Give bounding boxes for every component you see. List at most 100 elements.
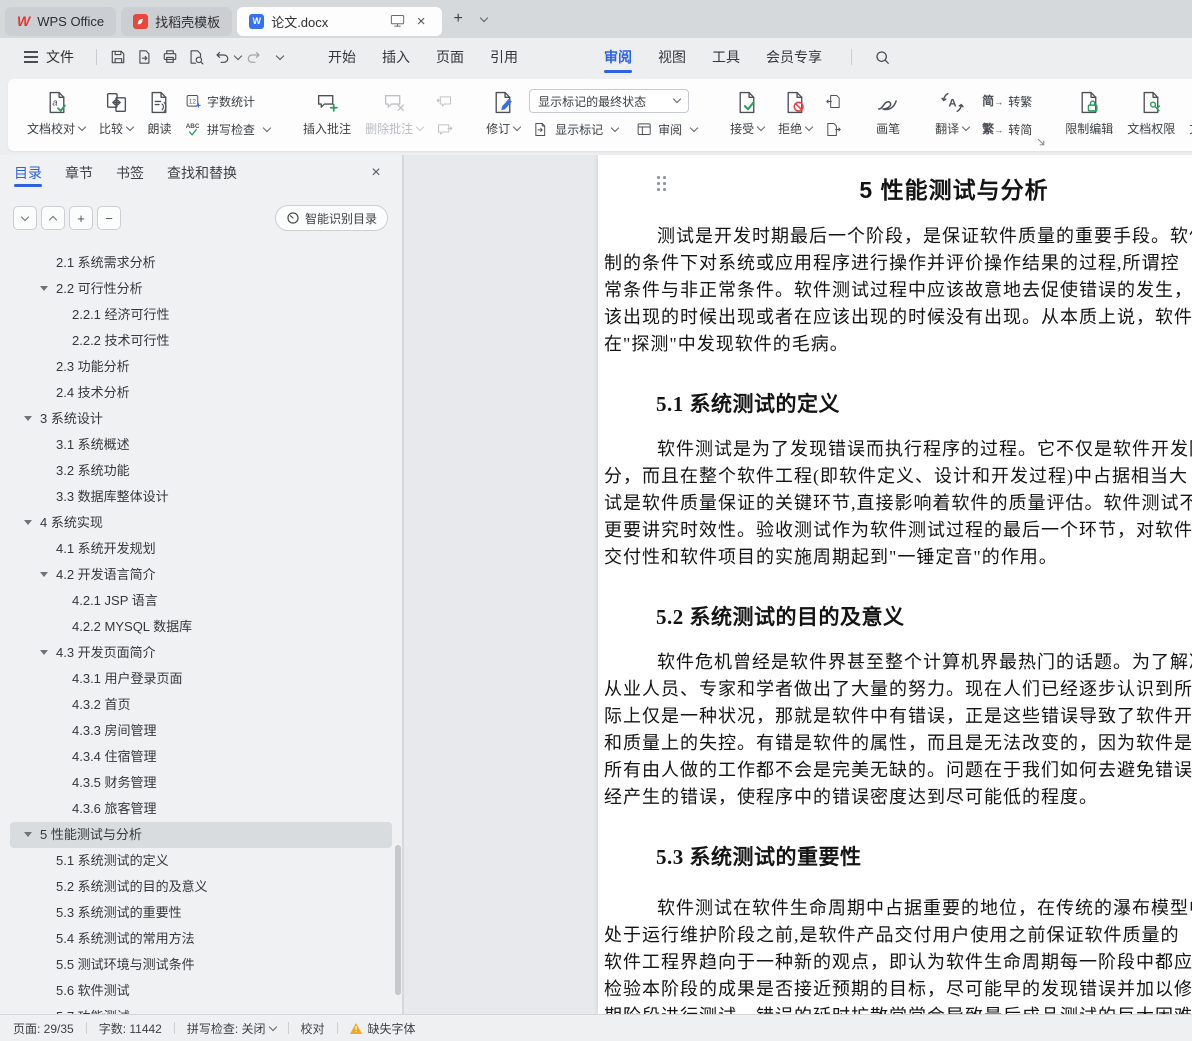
paragraph-line[interactable]: 期阶段进行测试，错误的延时扩散常常会导致最后成品测试的巨大困难	[604, 1003, 1192, 1014]
toc-item[interactable]: 4 系统实现	[10, 510, 392, 536]
hamburger-menu-icon[interactable]	[24, 56, 38, 58]
collapse-arrow-icon[interactable]	[40, 286, 48, 291]
toc-item[interactable]: 5.3 系统测试的重要性	[10, 900, 392, 926]
toc-item[interactable]: 5.5 测试环境与测试条件	[10, 952, 392, 978]
toc-item[interactable]: 3.2 系统功能	[10, 458, 392, 484]
paragraph-line[interactable]: 从业人员、专家和学者做出了大量的努力。现在人们已经逐步认识到所	[604, 676, 1192, 703]
markup-state-select[interactable]: 显示标记的最终状态	[529, 89, 690, 113]
paragraph-line[interactable]: 际上仅是一种状况，那就是软件中有错误，正是这些错误导致了软件开	[604, 703, 1192, 730]
collapse-all-button[interactable]	[41, 206, 65, 230]
previous-comment-button[interactable]	[432, 89, 457, 113]
undo-dropdown-icon[interactable]	[233, 51, 243, 60]
word-count-button[interactable]: 12 字数统计	[181, 89, 274, 113]
close-document-icon[interactable]: ×	[412, 12, 430, 30]
compare-button[interactable]: 比较	[92, 85, 140, 139]
tab-reference[interactable]: 引用	[477, 38, 531, 76]
missing-font-warning[interactable]: ! 缺失字体	[338, 1020, 428, 1037]
toc-item[interactable]: 2.4 技术分析	[10, 380, 392, 406]
toc-item[interactable]: 4.2.1 JSP 语言	[10, 588, 392, 614]
page-indicator[interactable]: 页面: 29/35	[0, 1020, 86, 1037]
accept-change-button[interactable]: 接受	[723, 85, 771, 139]
tab-start[interactable]: 开始	[315, 38, 369, 76]
new-tab-button[interactable]: +	[446, 7, 470, 31]
simplified-to-traditional-button[interactable]: 简→ 转繁	[978, 89, 1036, 113]
collapse-arrow-icon[interactable]	[40, 650, 48, 655]
paragraph-line[interactable]: 和质量上的失控。有错是软件的属性，而且是无法改变的，因为软件是	[604, 730, 1192, 757]
tab-wps-home[interactable]: W WPS Office	[5, 6, 117, 36]
paragraph-line[interactable]: 软件测试是为了发现错误而执行程序的过程。它不仅是软件开发阶	[657, 436, 1192, 463]
toc-item[interactable]: 3 系统设计	[10, 406, 392, 432]
doc-permission-button[interactable]: 文档权限	[1120, 85, 1182, 139]
share-to-screen-icon[interactable]	[390, 14, 405, 28]
tab-tools[interactable]: 工具	[699, 38, 753, 76]
toc-item[interactable]: 4.3.3 房间管理	[10, 718, 392, 744]
paragraph-line[interactable]: 在"探测"中发现软件的毛病。	[604, 331, 1192, 358]
paragraph-line[interactable]: 该出现的时候出现或者在应该出现的时候没有出现。从本质上说，软件	[604, 304, 1192, 331]
toc-item[interactable]: 3.1 系统概述	[10, 432, 392, 458]
toc-item[interactable]: 2.2.1 经济可行性	[10, 302, 392, 328]
paragraph-line[interactable]: 分，而且在整个软件工程(即软件定义、设计和开发过程)中占据相当大	[604, 463, 1192, 490]
redo-button[interactable]	[242, 45, 266, 69]
toc-item[interactable]: 2.1 系统需求分析	[10, 250, 392, 276]
track-changes-button[interactable]: 修订	[479, 85, 527, 139]
toc-item[interactable]: 3.3 数据库整体设计	[10, 484, 392, 510]
toolbar-more-chevron-icon[interactable]	[268, 45, 292, 69]
undo-button[interactable]	[210, 45, 234, 69]
collapse-arrow-icon[interactable]	[24, 832, 32, 837]
delete-comment-button[interactable]: 删除批注	[358, 85, 430, 139]
paragraph-line[interactable]: 交付性和软件项目的实施周期起到"一锤定音"的作用。	[604, 544, 1192, 571]
word-count-indicator[interactable]: 字数: 11442	[87, 1020, 174, 1037]
paragraph-line[interactable]: 检验本阶段的成果是否接近预期的目标，尽可能早的发现错误并加以修	[604, 976, 1192, 1003]
paragraph-line[interactable]: 软件测试在软件生命周期中占据重要的地位，在传统的瀑布模型中	[657, 895, 1192, 922]
toc-item[interactable]: 5 性能测试与分析	[10, 822, 392, 848]
read-aloud-button[interactable]: 朗读	[140, 85, 179, 139]
toc-item[interactable]: 4.3.5 财务管理	[10, 770, 392, 796]
toc-item[interactable]: 2.2 可行性分析	[10, 276, 392, 302]
tab-document[interactable]: W 论文.docx ×	[237, 6, 443, 36]
section-heading[interactable]: 5.2 系统测试的目的及意义	[656, 604, 1192, 631]
toc-item[interactable]: 4.3.1 用户登录页面	[10, 666, 392, 692]
zoom-in-outline-button[interactable]: +	[69, 206, 93, 230]
zoom-out-outline-button[interactable]: −	[97, 206, 121, 230]
sidebar-tab-toc[interactable]: 目录	[14, 155, 42, 191]
search-icon[interactable]	[874, 49, 891, 66]
collapse-arrow-icon[interactable]	[24, 520, 32, 525]
reject-change-button[interactable]: 拒绝	[771, 85, 819, 139]
toc-item[interactable]: 5.7 功能测试	[10, 1004, 392, 1014]
previous-change-button[interactable]	[821, 89, 846, 113]
paragraph-line[interactable]: 软件危机曾经是软件界甚至整个计算机界最热门的话题。为了解决	[657, 649, 1192, 676]
tab-docer-template[interactable]: 找稻壳模板	[121, 6, 233, 36]
toc-item[interactable]: 4.3.2 首页	[10, 692, 392, 718]
spell-check-button[interactable]: ABC 拼写检查	[181, 117, 274, 141]
section-heading[interactable]: 5.3 系统测试的重要性	[656, 844, 1192, 871]
paragraph-line[interactable]: 更要讲究时效性。验收测试作为软件测试过程的最后一个环节，对软件	[604, 517, 1192, 544]
tab-list-chevron-icon[interactable]	[472, 7, 496, 31]
document-page[interactable]: 5 性能测试与分析 测试是开发时期最后一个阶段，是保证软件质量的重要手段。软件制…	[598, 155, 1192, 1014]
section-heading[interactable]: 5.1 系统测试的定义	[656, 391, 1192, 418]
toc-item[interactable]: 4.3.4 住宿管理	[10, 744, 392, 770]
toc-item[interactable]: 4.1 系统开发规划	[10, 536, 392, 562]
toc-item[interactable]: 4.2 开发语言简介	[10, 562, 392, 588]
sidebar-tab-bookmarks[interactable]: 书签	[116, 155, 144, 191]
proofread-status[interactable]: 校对	[289, 1020, 337, 1037]
tab-member[interactable]: 会员专享	[753, 38, 835, 76]
collapse-arrow-icon[interactable]	[24, 416, 32, 421]
toc-item[interactable]: 5.6 软件测试	[10, 978, 392, 1004]
print-button[interactable]	[158, 45, 182, 69]
save-button[interactable]	[106, 45, 130, 69]
paragraph-line[interactable]: 处于运行维护阶段之前,是软件产品交付用户使用之前保证软件质量的	[604, 922, 1192, 949]
sidebar-scrollbar-thumb[interactable]	[395, 845, 401, 995]
toc-item[interactable]: 5.2 系统测试的目的及意义	[10, 874, 392, 900]
paragraph-line[interactable]: 经产生的错误，使程序中的错误密度达到尽可能低的程度。	[604, 784, 1192, 811]
smart-toc-button[interactable]: 智能识别目录	[274, 205, 388, 231]
paragraph-line[interactable]: 常条件与非正常条件。软件测试过程中应该故意地去促使错误的发生，	[604, 277, 1192, 304]
toc-item[interactable]: 5.1 系统测试的定义	[10, 848, 392, 874]
chapter-title[interactable]: 5 性能测试与分析	[604, 175, 1192, 205]
next-comment-button[interactable]	[432, 117, 457, 141]
export-pdf-button[interactable]	[132, 45, 156, 69]
toc-item[interactable]: 4.3 开发页面简介	[10, 640, 392, 666]
show-markup-button[interactable]: 显示标记	[529, 117, 622, 141]
doc-proofread-button[interactable]: a 文档校对	[20, 85, 92, 139]
file-menu[interactable]: 文件	[46, 47, 74, 67]
tab-insert[interactable]: 插入	[369, 38, 423, 76]
